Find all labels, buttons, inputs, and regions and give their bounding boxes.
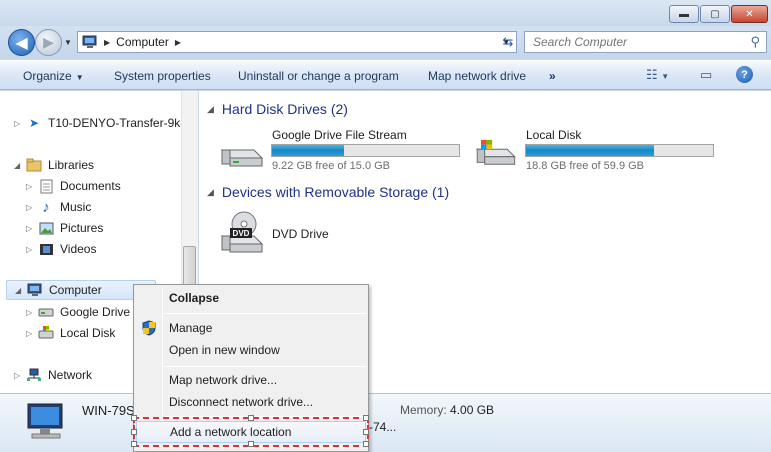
menu-item-manage[interactable]: Manage xyxy=(136,317,366,339)
breadcrumb-chevron-icon[interactable]: ▶ xyxy=(175,38,181,47)
nav-item-pictures[interactable]: ▷ Pictures xyxy=(26,218,103,238)
back-button[interactable]: ◀ xyxy=(8,29,35,56)
title-bar: ▬ ▢ ✕ xyxy=(0,0,771,26)
collapse-icon[interactable]: ◢ xyxy=(15,286,27,295)
context-menu: Collapse Manage Open in new window Map n… xyxy=(133,284,369,452)
computer-icon xyxy=(82,35,97,48)
network-icon xyxy=(26,367,42,383)
music-note-icon: ♪ xyxy=(42,198,50,216)
drive-usage-bar xyxy=(271,144,460,157)
windows-drive-icon xyxy=(38,325,54,341)
libraries-folder-icon xyxy=(26,157,42,173)
menu-item-collapse[interactable]: Collapse xyxy=(136,287,366,309)
expand-icon[interactable]: ▷ xyxy=(14,119,26,128)
expand-icon[interactable]: ▷ xyxy=(26,224,38,233)
address-bar[interactable]: ▶ Computer ▶ ▼ xyxy=(77,31,517,53)
collapse-icon[interactable]: ◢ xyxy=(14,161,26,170)
expand-icon[interactable]: ▷ xyxy=(26,203,38,212)
nav-item-documents[interactable]: ▷ Documents xyxy=(26,176,121,196)
nav-item-music[interactable]: ▷ ♪ Music xyxy=(26,197,91,217)
breadcrumb-computer[interactable]: Computer xyxy=(116,35,169,49)
drive-usage-fill xyxy=(526,145,655,156)
minimize-button[interactable]: ▬ xyxy=(669,5,699,23)
computer-large-icon xyxy=(27,403,63,439)
history-dropdown-icon[interactable]: ▼ xyxy=(64,38,72,47)
drive-icon xyxy=(38,304,54,320)
drive-usage-bar xyxy=(525,144,714,157)
menu-separator xyxy=(164,416,366,417)
documents-icon xyxy=(38,178,54,194)
expand-icon[interactable]: ▷ xyxy=(14,371,26,380)
menu-separator xyxy=(164,366,366,367)
uac-shield-icon xyxy=(142,320,156,336)
nav-item-libraries[interactable]: ◢ Libraries xyxy=(14,155,94,175)
maximize-button[interactable]: ▢ xyxy=(700,5,730,23)
memory-info: Memory: 4.00 GB xyxy=(400,403,495,417)
hard-drive-icon xyxy=(220,149,264,167)
expand-icon[interactable]: ▷ xyxy=(26,329,38,338)
computer-icon xyxy=(27,282,43,298)
organize-button[interactable]: Organize ▼ xyxy=(23,69,84,83)
collapse-group-icon[interactable]: ◢ xyxy=(207,104,214,115)
menu-separator xyxy=(164,313,366,314)
windows-hard-drive-icon xyxy=(476,139,516,165)
collapse-group-icon[interactable]: ◢ xyxy=(207,187,214,198)
forward-button[interactable]: ▶ xyxy=(35,29,62,56)
menu-item-map-network-drive[interactable]: Map network drive... xyxy=(136,369,366,391)
dvd-badge: DVD xyxy=(233,229,250,238)
menu-item-disconnect-network-drive[interactable]: Disconnect network drive... xyxy=(136,391,366,413)
menu-item-add-network-location[interactable]: Add a network location xyxy=(136,421,366,443)
expand-icon[interactable]: ▷ xyxy=(26,308,38,317)
forward-arrow-icon: ▶ xyxy=(43,34,54,50)
expand-icon[interactable]: ▷ xyxy=(26,182,38,191)
search-box[interactable]: ⚲ xyxy=(524,31,767,53)
group-header-hard-disks[interactable]: ◢ Hard Disk Drives (2) xyxy=(207,101,348,117)
dvd-drive-icon: DVD xyxy=(220,211,264,253)
processor-info: -74... xyxy=(369,420,397,434)
details-pane: WIN-79S Memory: 4.00 GB -74... xyxy=(0,393,771,452)
help-icon[interactable]: ? xyxy=(736,66,753,83)
pictures-icon xyxy=(38,220,54,236)
minimize-icon: ▬ xyxy=(679,8,689,20)
menu-item-open-new-window[interactable]: Open in new window xyxy=(136,339,366,361)
videos-film-icon xyxy=(38,241,54,257)
change-view-icon[interactable]: ☷ ▼ xyxy=(646,67,669,83)
refresh-icon: ⇆ xyxy=(502,34,514,49)
breadcrumb-separator-icon[interactable]: ▶ xyxy=(104,38,110,47)
search-icon[interactable]: ⚲ xyxy=(750,34,760,50)
preview-pane-icon[interactable]: ▭ xyxy=(700,67,712,83)
nav-item-google-drive[interactable]: ▷ Google Drive F xyxy=(26,302,141,322)
close-button[interactable]: ✕ xyxy=(731,5,768,23)
nav-item-videos[interactable]: ▷ Videos xyxy=(26,239,96,259)
uninstall-program-button[interactable]: Uninstall or change a program xyxy=(238,69,399,83)
close-icon: ✕ xyxy=(745,8,754,20)
back-arrow-icon: ◀ xyxy=(15,34,28,52)
maximize-icon: ▢ xyxy=(710,8,720,20)
nav-item-local-disk[interactable]: ▷ Local Disk xyxy=(26,323,115,343)
nav-item-network[interactable]: ▷ Network xyxy=(14,365,92,385)
drive-usage-fill xyxy=(272,145,344,156)
system-properties-button[interactable]: System properties xyxy=(114,69,211,83)
command-bar: Organize ▼ System properties Uninstall or… xyxy=(0,60,771,90)
send-arrow-icon: ➤ xyxy=(28,116,40,130)
computer-name: WIN-79S xyxy=(82,403,135,418)
map-network-drive-button[interactable]: Map network drive xyxy=(428,69,526,83)
group-header-removable[interactable]: ◢ Devices with Removable Storage (1) xyxy=(207,184,449,200)
nav-item-transfer[interactable]: ▷ ➤ T10-DENYO-Transfer-9k-1 xyxy=(14,113,191,133)
more-commands-button[interactable]: » xyxy=(549,69,556,83)
search-input[interactable] xyxy=(525,32,735,52)
refresh-button[interactable]: ⇆ xyxy=(497,31,519,53)
expand-icon[interactable]: ▷ xyxy=(26,245,38,254)
